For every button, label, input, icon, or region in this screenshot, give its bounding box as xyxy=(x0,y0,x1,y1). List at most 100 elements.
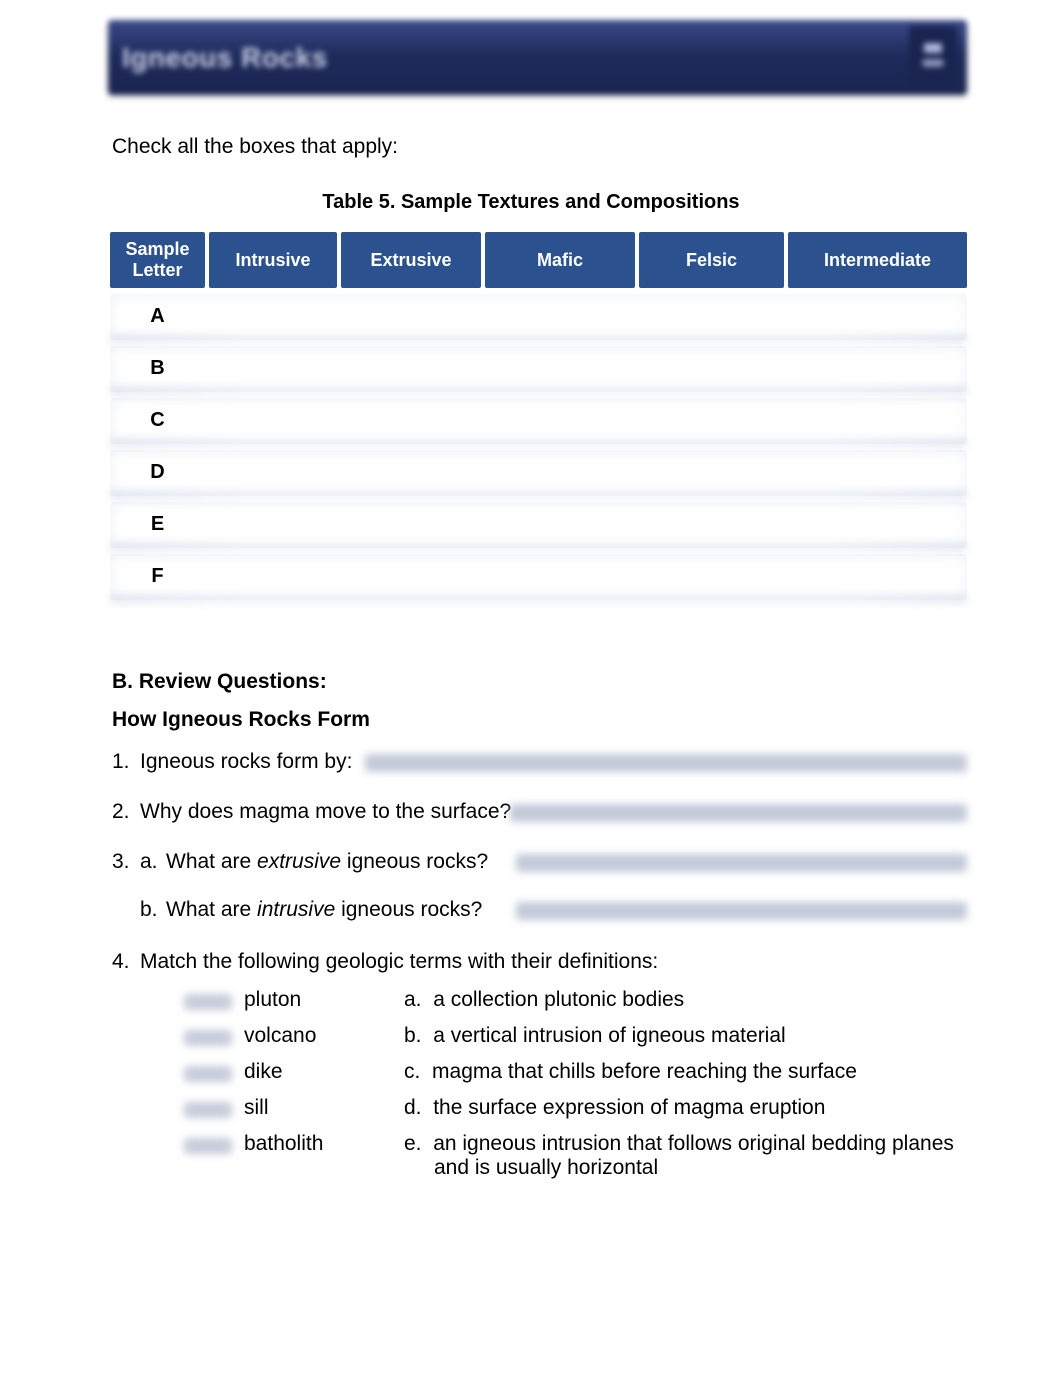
question-1: 1. Igneous rocks form by: xyxy=(112,750,967,774)
checkbox-cell-mafic[interactable] xyxy=(485,552,635,600)
sample-table: Sample Letter Intrusive Extrusive Mafic … xyxy=(110,232,967,600)
checkbox-cell-felsic[interactable] xyxy=(639,292,784,340)
table-header-felsic: Felsic xyxy=(639,232,784,288)
match-row: volcano b. a vertical intrusion of igneo… xyxy=(184,1024,967,1048)
table-header-mafic: Mafic xyxy=(485,232,635,288)
match-def-letter: c. xyxy=(404,1060,420,1083)
document-header-title: Igneous Rocks xyxy=(122,42,328,74)
question-4: 4. Match the following geologic terms wi… xyxy=(112,950,967,974)
match-answer-blank[interactable] xyxy=(184,1102,232,1118)
match-answer-blank[interactable] xyxy=(184,994,232,1010)
checkbox-cell-intermediate[interactable] xyxy=(788,396,967,444)
question-number: 2. xyxy=(112,800,140,824)
match-row: dike c. magma that chills before reachin… xyxy=(184,1060,967,1084)
checkbox-cell-intrusive[interactable] xyxy=(209,344,337,392)
checkbox-cell-felsic[interactable] xyxy=(639,500,784,548)
match-def-letter: e. xyxy=(404,1132,422,1155)
match-def-text: a collection plutonic bodies xyxy=(433,988,684,1011)
checkbox-cell-intermediate[interactable] xyxy=(788,448,967,496)
checkbox-cell-felsic[interactable] xyxy=(639,396,784,444)
match-def-letter: b. xyxy=(404,1024,422,1047)
hidden-answer-region xyxy=(516,902,967,920)
checkbox-cell-mafic[interactable] xyxy=(485,396,635,444)
table-header-sample-letter: Sample Letter xyxy=(110,232,205,288)
match-def-letter: a. xyxy=(404,988,422,1011)
match-answer-blank[interactable] xyxy=(184,1030,232,1046)
question-3: 3. a. What are extrusive igneous rocks? … xyxy=(112,850,967,946)
checkbox-cell-extrusive[interactable] xyxy=(341,292,481,340)
header-sample-line2: Letter xyxy=(125,260,189,281)
question-text: Why does magma move to the surface? xyxy=(140,800,511,823)
match-def-letter: d. xyxy=(404,1096,422,1119)
sample-letter-cell: D xyxy=(110,448,205,496)
question-2: 2. Why does magma move to the surface? xyxy=(112,800,967,824)
match-term: volcano xyxy=(244,1024,404,1048)
checkbox-cell-intrusive[interactable] xyxy=(209,500,337,548)
match-term: batholith xyxy=(244,1132,404,1156)
q3b-prefix: What are xyxy=(166,898,257,921)
q3b-suffix: igneous rocks? xyxy=(335,898,482,921)
q3a-suffix: igneous rocks? xyxy=(341,850,488,873)
section-b-subheading: How Igneous Rocks Form xyxy=(112,708,967,732)
checkbox-cell-felsic[interactable] xyxy=(639,344,784,392)
q3a-italic: extrusive xyxy=(257,850,341,873)
document-header-bar: Igneous Rocks xyxy=(108,20,967,95)
table-header-extrusive: Extrusive xyxy=(341,232,481,288)
match-def-text: a vertical intrusion of igneous material xyxy=(433,1024,786,1047)
sub-letter: b. xyxy=(140,898,166,922)
table-row: A xyxy=(110,292,967,340)
match-row: sill d. the surface expression of magma … xyxy=(184,1096,967,1120)
checkbox-cell-extrusive[interactable] xyxy=(341,396,481,444)
table-row: B xyxy=(110,344,967,392)
match-def-text: the surface expression of magma eruption xyxy=(433,1096,825,1119)
checkbox-cell-extrusive[interactable] xyxy=(341,552,481,600)
hidden-answer-region xyxy=(365,754,967,772)
match-answer-blank[interactable] xyxy=(184,1138,232,1154)
sub-letter: a. xyxy=(140,850,166,874)
instruction-text: Check all the boxes that apply: xyxy=(112,135,1062,159)
table-row: C xyxy=(110,396,967,444)
q3a-prefix: What are xyxy=(166,850,257,873)
match-term: dike xyxy=(244,1060,404,1084)
sample-letter-cell: B xyxy=(110,344,205,392)
match-term: sill xyxy=(244,1096,404,1120)
checkbox-cell-intrusive[interactable] xyxy=(209,292,337,340)
checkbox-cell-intrusive[interactable] xyxy=(209,396,337,444)
section-b-heading: B. Review Questions: xyxy=(112,670,967,694)
checkbox-cell-mafic[interactable] xyxy=(485,344,635,392)
checkbox-cell-felsic[interactable] xyxy=(639,552,784,600)
checkbox-cell-intermediate[interactable] xyxy=(788,552,967,600)
checkbox-cell-intermediate[interactable] xyxy=(788,344,967,392)
table-header-row: Sample Letter Intrusive Extrusive Mafic … xyxy=(110,232,967,288)
match-def-text: an igneous intrusion that follows origin… xyxy=(433,1132,954,1179)
checkbox-cell-intrusive[interactable] xyxy=(209,552,337,600)
matching-block: pluton a. a collection plutonic bodies v… xyxy=(112,988,967,1180)
table-title: Table 5. Sample Textures and Composition… xyxy=(0,191,1062,214)
question-number: 3. xyxy=(112,850,140,874)
header-sample-line1: Sample xyxy=(125,239,189,260)
checkbox-cell-intermediate[interactable] xyxy=(788,292,967,340)
q3b-italic: intrusive xyxy=(257,898,335,921)
sample-letter-cell: F xyxy=(110,552,205,600)
question-number: 4. xyxy=(112,950,140,974)
question-text: Igneous rocks form by: xyxy=(140,750,352,773)
sample-letter-cell: A xyxy=(110,292,205,340)
checkbox-cell-extrusive[interactable] xyxy=(341,344,481,392)
hidden-answer-region xyxy=(516,854,967,872)
checkbox-cell-intrusive[interactable] xyxy=(209,448,337,496)
match-term: pluton xyxy=(244,988,404,1012)
match-def-text: magma that chills before reaching the su… xyxy=(432,1060,857,1083)
checkbox-cell-mafic[interactable] xyxy=(485,448,635,496)
checkbox-cell-mafic[interactable] xyxy=(485,292,635,340)
checkbox-cell-extrusive[interactable] xyxy=(341,500,481,548)
match-row: pluton a. a collection plutonic bodies xyxy=(184,988,967,1012)
sample-letter-cell: C xyxy=(110,396,205,444)
table-row: D xyxy=(110,448,967,496)
checkbox-cell-mafic[interactable] xyxy=(485,500,635,548)
header-badge-icon xyxy=(909,26,957,84)
table-header-intrusive: Intrusive xyxy=(209,232,337,288)
checkbox-cell-intermediate[interactable] xyxy=(788,500,967,548)
checkbox-cell-extrusive[interactable] xyxy=(341,448,481,496)
checkbox-cell-felsic[interactable] xyxy=(639,448,784,496)
match-answer-blank[interactable] xyxy=(184,1066,232,1082)
